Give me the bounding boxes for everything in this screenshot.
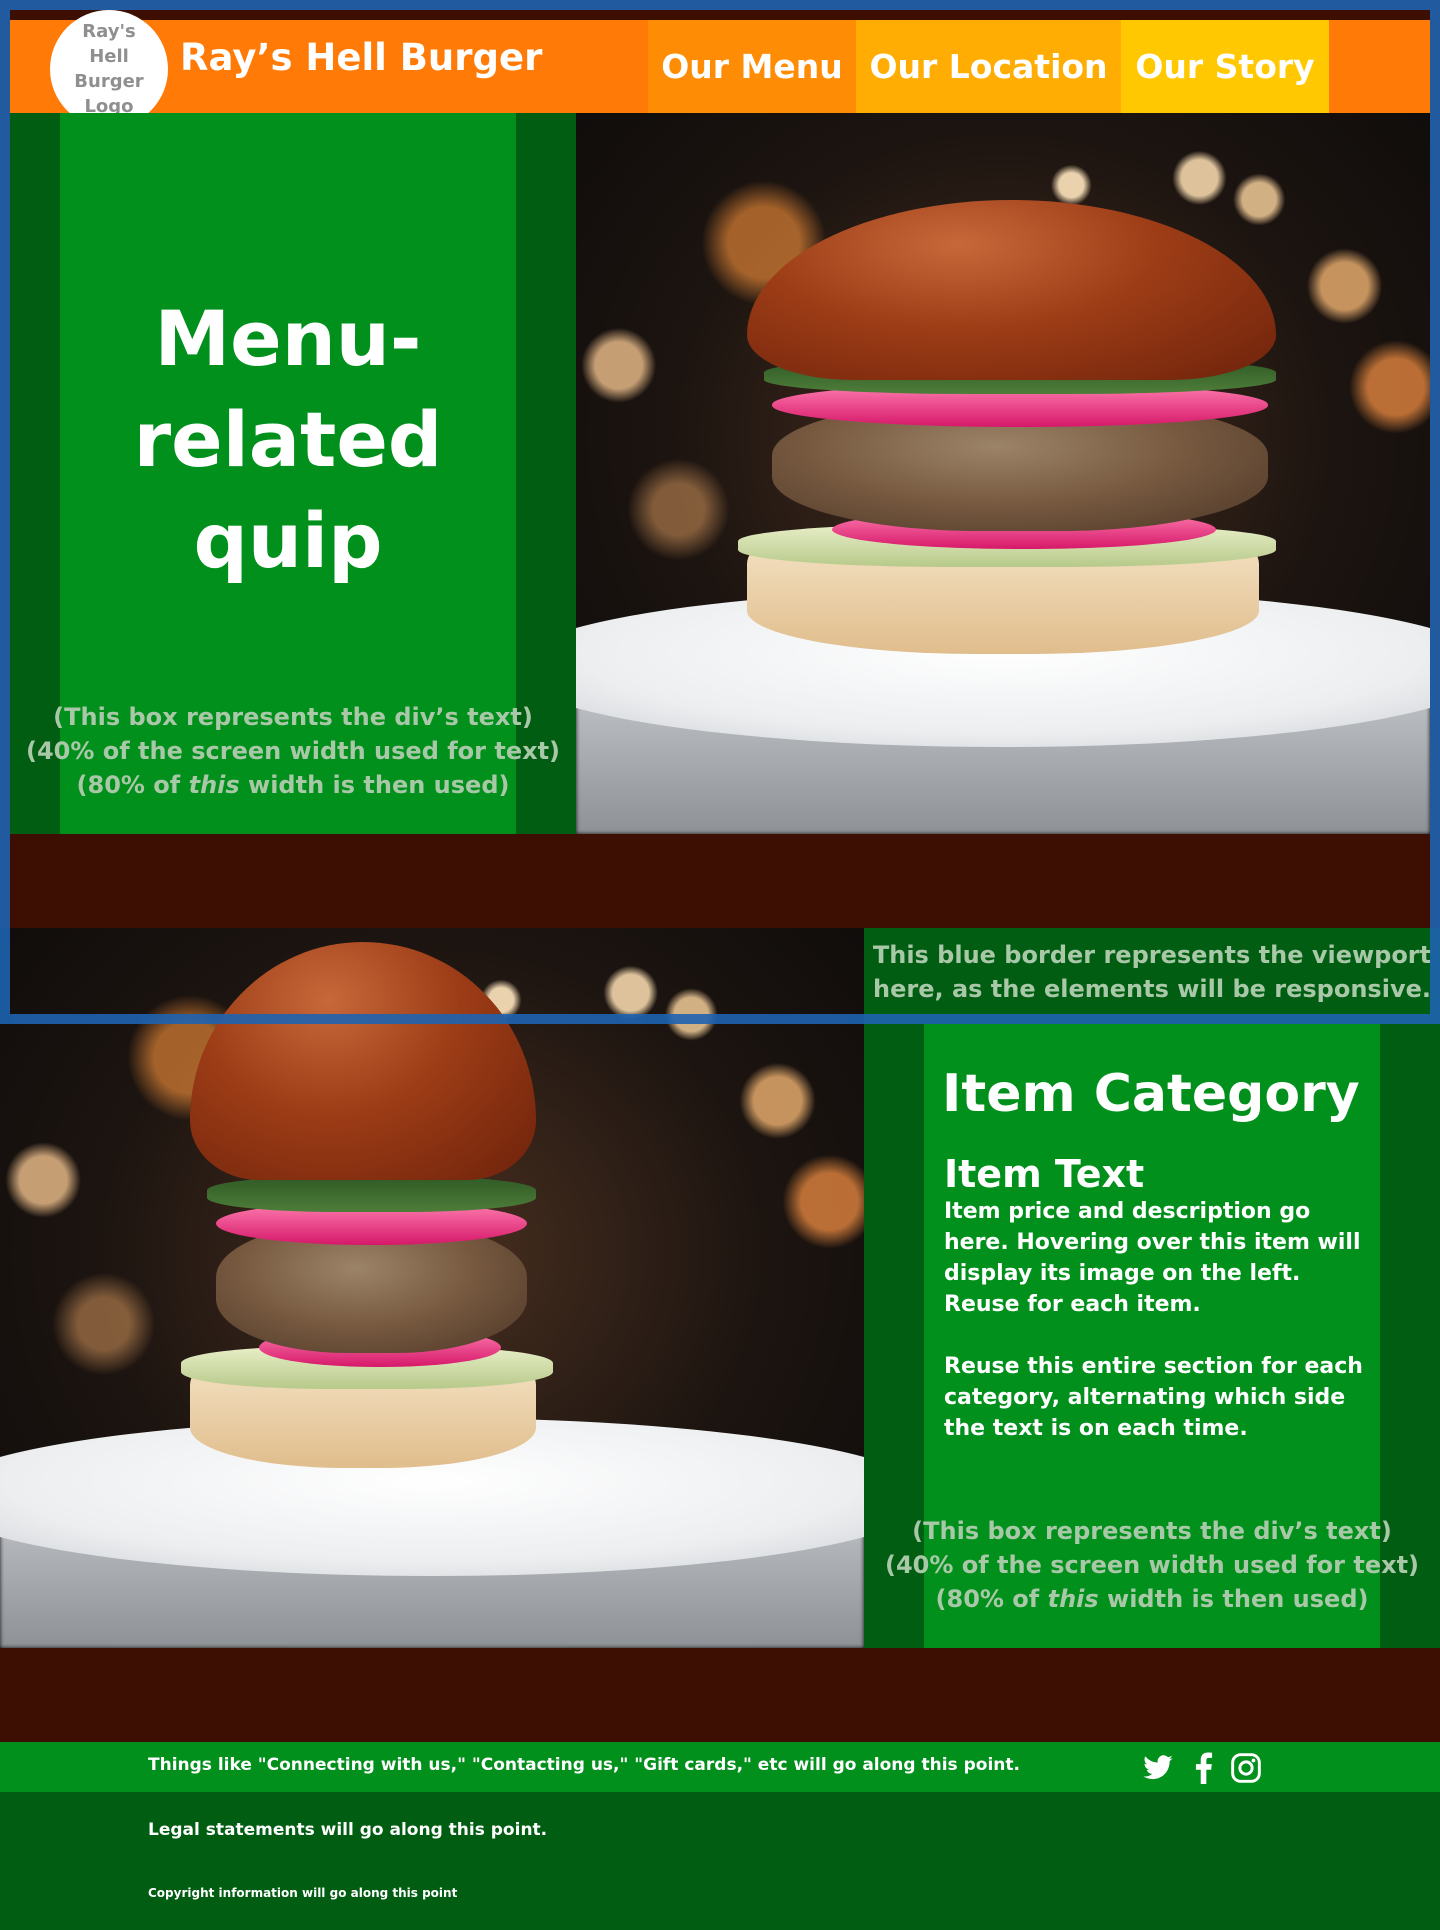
logo[interactable]: Ray's Hell Burger Logo (50, 10, 168, 128)
item-photo (0, 928, 864, 1648)
hero-note: (This box represents the div’s text) (40… (10, 700, 576, 802)
item-description[interactable]: Item price and description go here. Hove… (944, 1196, 1364, 1320)
viewport-note-line: here, as the elements will be responsive… (873, 975, 1431, 1003)
item-title[interactable]: Item Text (944, 1150, 1144, 1198)
nav-label: Our Story (1135, 47, 1315, 86)
nav-our-story[interactable]: Our Story (1121, 20, 1329, 113)
section-separator (0, 1648, 1440, 1742)
burger-photo (576, 113, 1430, 834)
nav-our-menu[interactable]: Our Menu (648, 20, 856, 113)
nav-label: Our Menu (661, 47, 843, 86)
hero-note-line: (This box represents the div’s text) (53, 703, 533, 731)
logo-text: Ray's Hell Burger Logo (74, 21, 144, 117)
reuse-note: Reuse this entire section for each categ… (944, 1354, 1363, 1441)
category-title: Item Category (942, 1064, 1360, 1124)
footer-legal-area (0, 1792, 1440, 1930)
viewport-note-line: This blue border represents the viewport (872, 941, 1432, 969)
category-note-line: (80% of this width is then used) (935, 1585, 1369, 1613)
footer-copyright-text: Copyright information will go along this… (148, 1886, 458, 1900)
hero-note-line: (40% of the screen width used for text) (25, 737, 561, 765)
instagram-icon[interactable] (1230, 1752, 1262, 1784)
facebook-icon[interactable] (1190, 1752, 1216, 1784)
section-separator (10, 834, 1430, 928)
category-note: (This box represents the div’s text) (40… (864, 1514, 1440, 1616)
brand-name[interactable]: Ray’s Hell Burger (180, 36, 542, 79)
twitter-icon[interactable] (1142, 1752, 1174, 1784)
footer-legal-text: Legal statements will go along this poin… (148, 1820, 548, 1840)
nav-label: Our Location (869, 47, 1108, 86)
category-note-line: (40% of the screen width used for text) (884, 1551, 1420, 1579)
category-note-line: (This box represents the div’s text) (912, 1517, 1392, 1545)
viewport-note: This blue border represents the viewport… (864, 938, 1440, 1006)
hero-note-line: (80% of this width is then used) (76, 771, 510, 799)
nav-our-location[interactable]: Our Location (856, 20, 1121, 113)
footer-connect-text: Things like "Connecting with us," "Conta… (148, 1755, 1020, 1775)
hero-quip: Menu-related quip (133, 294, 443, 585)
